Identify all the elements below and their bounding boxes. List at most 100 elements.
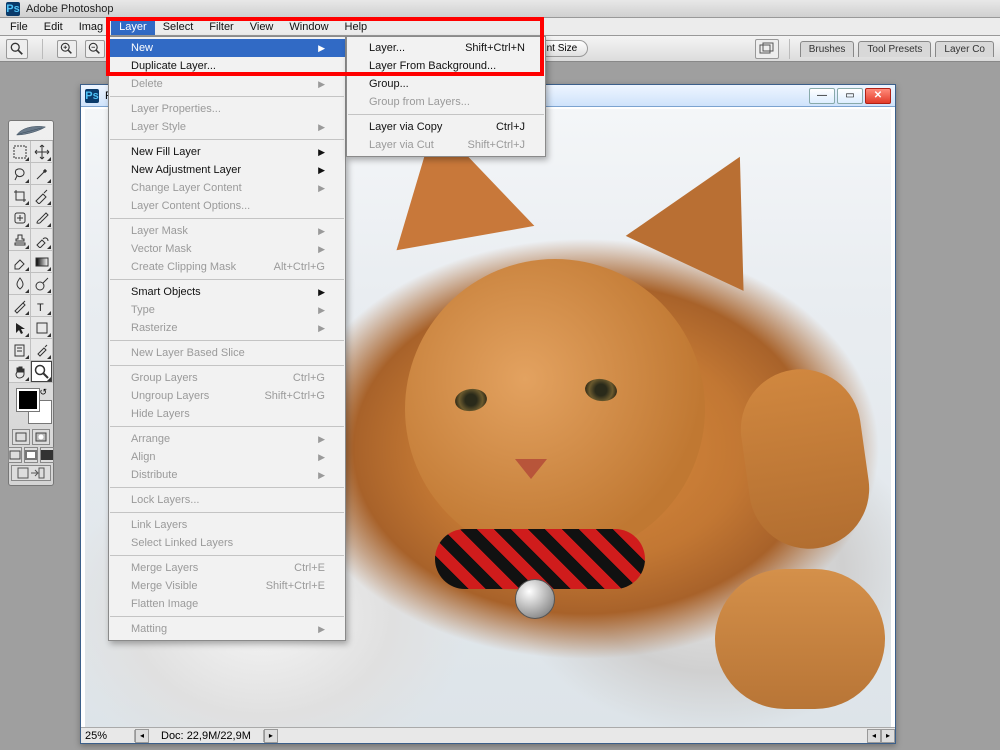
status-left-button[interactable]: ◂ bbox=[135, 729, 149, 743]
toolbox-header[interactable] bbox=[9, 121, 53, 141]
layer-menu-lock-layers: Lock Layers... bbox=[109, 491, 345, 509]
quickmask-mode-button[interactable] bbox=[32, 429, 50, 445]
submenu-arrow-icon: ▶ bbox=[294, 122, 325, 133]
screen-standard-button[interactable] bbox=[8, 447, 22, 463]
new-submenu-separator bbox=[348, 114, 544, 115]
tool-stamp[interactable] bbox=[9, 229, 31, 251]
close-button[interactable]: ✕ bbox=[865, 88, 891, 104]
submenu-arrow-icon: ▶ bbox=[294, 434, 325, 445]
tool-path-select[interactable] bbox=[9, 317, 31, 339]
maximize-button[interactable]: ▭ bbox=[837, 88, 863, 104]
menu-item-label: New Fill Layer bbox=[131, 146, 201, 158]
swap-colors-icon[interactable]: ↺ bbox=[39, 387, 47, 398]
menu-item-label: Layer Content Options... bbox=[131, 200, 250, 212]
tool-notes[interactable] bbox=[9, 339, 31, 361]
tool-lasso[interactable] bbox=[9, 163, 31, 185]
zoom-out-button[interactable] bbox=[85, 40, 105, 58]
tool-dodge[interactable] bbox=[31, 273, 53, 295]
submenu-arrow-icon: ▶ bbox=[294, 183, 325, 194]
new-submenu-group[interactable]: Group... bbox=[347, 75, 545, 93]
menu-item-label: Merge Visible bbox=[131, 580, 197, 592]
new-submenu-layer-via-cut: Layer via CutShift+Ctrl+J bbox=[347, 136, 545, 154]
menu-layer[interactable]: Layer bbox=[111, 19, 155, 35]
layer-menu-separator bbox=[110, 279, 344, 280]
document-icon: Ps bbox=[85, 89, 99, 103]
status-menu-button[interactable]: ▸ bbox=[264, 729, 278, 743]
layer-menu-dropdown: New▶Duplicate Layer...Delete▶Layer Prope… bbox=[108, 36, 346, 641]
tool-slice[interactable] bbox=[31, 185, 53, 207]
tool-eyedropper[interactable] bbox=[31, 339, 53, 361]
brushes-tab[interactable]: Brushes bbox=[800, 41, 855, 57]
tool-gradient[interactable] bbox=[31, 251, 53, 273]
palette-well-button[interactable] bbox=[755, 39, 779, 59]
zoom-in-button[interactable] bbox=[57, 40, 77, 58]
layer-menu-new-adjustment-layer[interactable]: New Adjustment Layer▶ bbox=[109, 161, 345, 179]
tool-magic-wand[interactable] bbox=[31, 163, 53, 185]
layer-menu-layer-content-options: Layer Content Options... bbox=[109, 197, 345, 215]
tool-hand[interactable] bbox=[9, 361, 31, 383]
minimize-button[interactable]: — bbox=[809, 88, 835, 104]
menu-edit[interactable]: Edit bbox=[36, 19, 71, 35]
menu-shortcut: Ctrl+G bbox=[269, 372, 325, 384]
menu-shortcut: Alt+Ctrl+G bbox=[250, 261, 325, 273]
new-submenu-layer-from-background[interactable]: Layer From Background... bbox=[347, 57, 545, 75]
tool-presets-tab[interactable]: Tool Presets bbox=[858, 41, 931, 57]
jump-to-imageready-button[interactable] bbox=[11, 465, 51, 481]
menu-item-label: Select Linked Layers bbox=[131, 537, 233, 549]
submenu-arrow-icon: ▶ bbox=[294, 305, 325, 316]
layer-menu-matting: Matting▶ bbox=[109, 620, 345, 638]
tool-pen[interactable] bbox=[9, 295, 31, 317]
layer-menu-create-clipping-mask: Create Clipping MaskAlt+Ctrl+G bbox=[109, 258, 345, 276]
new-submenu-layer[interactable]: Layer...Shift+Ctrl+N bbox=[347, 39, 545, 57]
tool-eraser[interactable] bbox=[9, 251, 31, 273]
tool-zoom[interactable] bbox=[31, 361, 53, 383]
tool-move[interactable] bbox=[31, 141, 53, 163]
separator bbox=[42, 39, 43, 59]
new-submenu-layer-via-copy[interactable]: Layer via CopyCtrl+J bbox=[347, 118, 545, 136]
layer-comps-tab[interactable]: Layer Co bbox=[935, 41, 994, 57]
menu-view[interactable]: View bbox=[242, 19, 282, 35]
tool-history-brush[interactable] bbox=[31, 229, 53, 251]
submenu-arrow-icon: ▶ bbox=[294, 323, 325, 334]
layer-menu-new[interactable]: New▶ bbox=[109, 39, 345, 57]
foreground-color-swatch[interactable] bbox=[17, 389, 39, 411]
menu-image[interactable]: Imag bbox=[71, 19, 111, 35]
menu-item-label: Group Layers bbox=[131, 372, 198, 384]
menu-item-label: Duplicate Layer... bbox=[131, 60, 216, 72]
layer-menu-arrange: Arrange▶ bbox=[109, 430, 345, 448]
menu-item-label: Ungroup Layers bbox=[131, 390, 209, 402]
menu-item-label: Layer Properties... bbox=[131, 103, 221, 115]
tool-brush[interactable] bbox=[31, 207, 53, 229]
menu-item-label: Group... bbox=[369, 78, 409, 90]
doc-info[interactable]: Doc: 22,9M/22,9M bbox=[149, 730, 264, 742]
submenu-arrow-icon: ▶ bbox=[294, 79, 325, 90]
screen-full-menubar-button[interactable] bbox=[24, 447, 38, 463]
menu-help[interactable]: Help bbox=[337, 19, 376, 35]
tool-type[interactable]: T bbox=[31, 295, 53, 317]
new-submenu-group-from-layers: Group from Layers... bbox=[347, 93, 545, 111]
tool-marquee[interactable] bbox=[9, 141, 31, 163]
menu-shortcut: Ctrl+E bbox=[270, 562, 325, 574]
layer-menu-new-fill-layer[interactable]: New Fill Layer▶ bbox=[109, 143, 345, 161]
color-swatches[interactable]: ↺ bbox=[13, 387, 49, 427]
menu-item-label: Layer... bbox=[369, 42, 405, 54]
layer-menu-smart-objects[interactable]: Smart Objects▶ bbox=[109, 283, 345, 301]
tool-blur[interactable] bbox=[9, 273, 31, 295]
menu-window[interactable]: Window bbox=[281, 19, 336, 35]
submenu-arrow-icon: ▶ bbox=[294, 470, 325, 481]
zoom-level[interactable]: 25% bbox=[81, 730, 135, 742]
hscroll-left[interactable]: ◂ bbox=[867, 729, 881, 743]
menu-select[interactable]: Select bbox=[155, 19, 202, 35]
tool-shape[interactable] bbox=[31, 317, 53, 339]
standard-mode-button[interactable] bbox=[12, 429, 30, 445]
menu-file[interactable]: File bbox=[2, 19, 36, 35]
tool-crop[interactable] bbox=[9, 185, 31, 207]
tool-healing[interactable] bbox=[9, 207, 31, 229]
submenu-arrow-icon: ▶ bbox=[294, 244, 325, 255]
screen-full-button[interactable] bbox=[40, 447, 54, 463]
layer-menu-duplicate-layer[interactable]: Duplicate Layer... bbox=[109, 57, 345, 75]
menu-filter[interactable]: Filter bbox=[201, 19, 241, 35]
tool-preset-chooser[interactable] bbox=[6, 39, 28, 59]
layer-menu-separator bbox=[110, 555, 344, 556]
hscroll-right[interactable]: ▸ bbox=[881, 729, 895, 743]
